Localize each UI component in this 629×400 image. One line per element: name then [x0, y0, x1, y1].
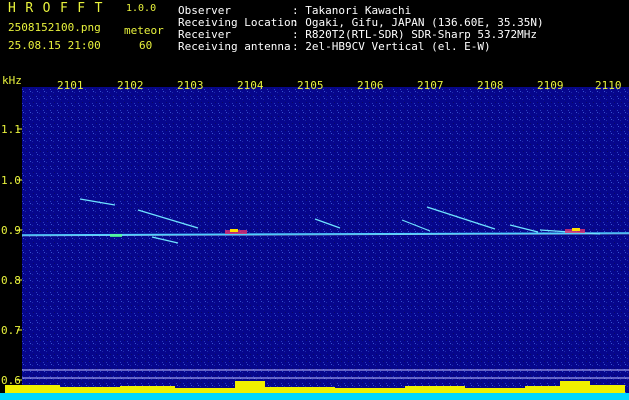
meteor-label: meteor	[124, 24, 164, 37]
app-logo: HROFFT	[8, 1, 112, 16]
time-tick-2105: 2105	[297, 79, 324, 92]
app-version: 1.0.0	[126, 3, 157, 14]
time-tick-2102: 2102	[117, 79, 144, 92]
time-tick-2110: 2110	[595, 79, 622, 92]
file-datetime: 25.08.15 21:00	[8, 39, 101, 52]
header-panel: HROFFT 1.0.0 2508152100.png 25.08.15 21:…	[0, 0, 629, 73]
unit-label: kHz	[2, 74, 22, 87]
level-baseline	[0, 393, 629, 400]
spectrogram: kHz 2101 2102 2103 2104 2105 2106 2107 2…	[0, 73, 629, 400]
time-tick-2106: 2106	[357, 79, 384, 92]
info-value-antenna: : 2el-HB9CV Vertical (el. E-W)	[292, 40, 491, 53]
file-name: 2508152100.png	[8, 21, 101, 34]
spectrogram-background	[22, 87, 629, 400]
time-tick-2104: 2104	[237, 79, 264, 92]
meteor-count: 60	[139, 39, 153, 52]
time-tick-2101: 2101	[57, 79, 84, 92]
time-tick-2107: 2107	[417, 79, 444, 92]
time-tick-2103: 2103	[177, 79, 204, 92]
info-key-antenna: Receiving antenna	[178, 40, 291, 53]
time-tick-2109: 2109	[537, 79, 564, 92]
time-tick-2108: 2108	[477, 79, 504, 92]
